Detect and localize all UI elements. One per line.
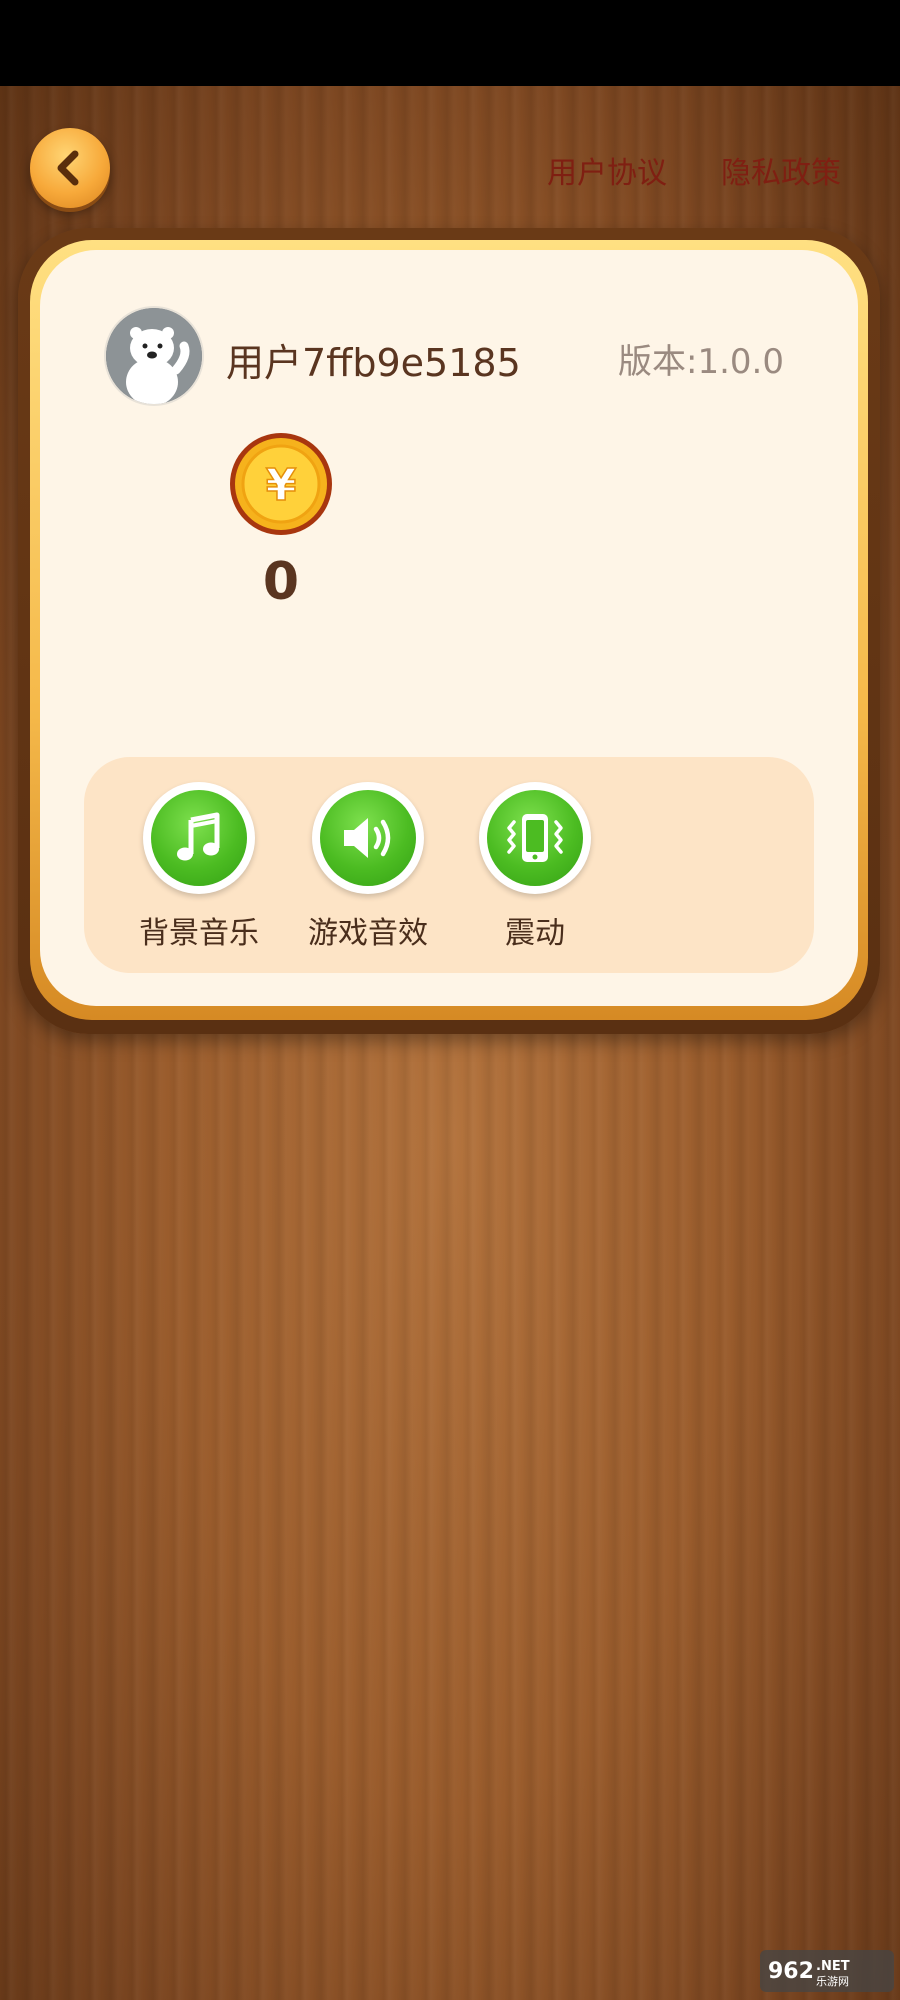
- username: 用户7ffb9e5185: [226, 341, 521, 385]
- settings-screen: 用户协议 隐私政策 用户7ffb9e5185 版本:1.0.0 ¥ 0 背景音乐…: [0, 0, 900, 2000]
- background-music-toggle[interactable]: 背景音乐: [124, 782, 274, 952]
- status-bar: [0, 0, 900, 86]
- background-music-label: 背景音乐: [139, 916, 259, 951]
- back-button[interactable]: [30, 128, 110, 208]
- coin-count: 0: [262, 552, 300, 612]
- game-sound-label: 游戏音效: [308, 916, 428, 951]
- polar-bear-avatar-icon: [106, 308, 202, 404]
- vibrate-phone-icon: [479, 782, 591, 894]
- vibration-toggle[interactable]: 震动: [460, 782, 610, 952]
- avatar: [104, 306, 204, 406]
- svg-text:962: 962: [768, 1959, 814, 1984]
- speaker-icon: [312, 782, 424, 894]
- music-note-icon: [143, 782, 255, 894]
- chevron-left-icon: [57, 150, 79, 186]
- svg-text:.NET: .NET: [816, 1959, 850, 1974]
- game-sound-toggle[interactable]: 游戏音效: [293, 782, 443, 952]
- user-agreement-link[interactable]: 用户协议: [547, 148, 667, 192]
- vibration-label: 震动: [505, 916, 565, 951]
- coin-icon: ¥: [229, 432, 333, 536]
- svg-text:乐游网: 乐游网: [816, 1975, 849, 1988]
- privacy-policy-link[interactable]: 隐私政策: [721, 148, 841, 192]
- svg-text:¥: ¥: [266, 460, 297, 511]
- watermark-logo: 962 .NET 乐游网: [760, 1950, 894, 1992]
- version-label: 版本:1.0.0: [618, 342, 784, 382]
